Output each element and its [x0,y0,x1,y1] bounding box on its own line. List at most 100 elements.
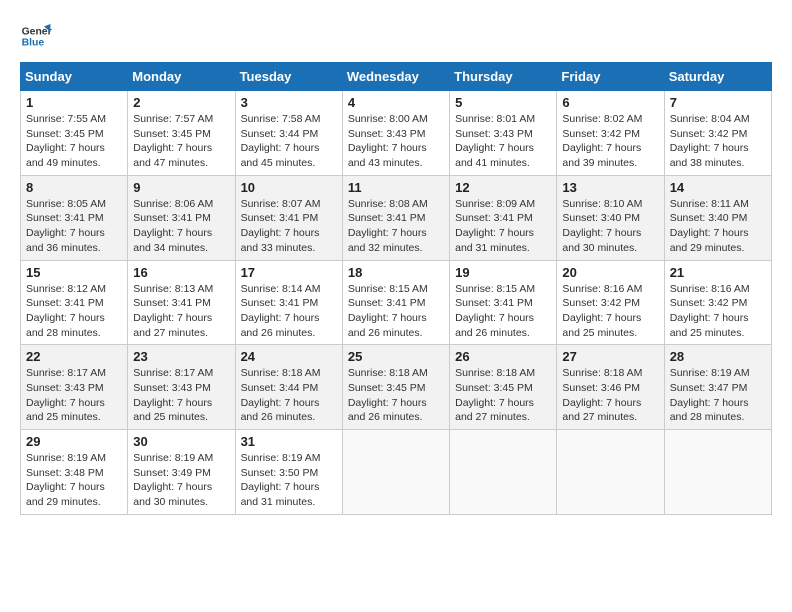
calendar-cell: 28Sunrise: 8:19 AMSunset: 3:47 PMDayligh… [664,345,771,430]
day-info: Sunrise: 8:18 AMSunset: 3:44 PMDaylight:… [241,366,337,425]
calendar-cell [450,430,557,515]
header-day-wednesday: Wednesday [342,63,449,91]
day-info: Sunrise: 8:14 AMSunset: 3:41 PMDaylight:… [241,282,337,341]
day-number: 1 [26,95,122,110]
header-day-monday: Monday [128,63,235,91]
day-number: 25 [348,349,444,364]
header-day-thursday: Thursday [450,63,557,91]
calendar-cell: 2 Sunrise: 7:57 AMSunset: 3:45 PMDaylight… [128,91,235,176]
day-number: 12 [455,180,551,195]
calendar-cell: 9 Sunrise: 8:06 AMSunset: 3:41 PMDaylight… [128,175,235,260]
calendar-cell [664,430,771,515]
day-info: Sunrise: 8:18 AMSunset: 3:45 PMDaylight:… [455,366,551,425]
calendar-cell: 27Sunrise: 8:18 AMSunset: 3:46 PMDayligh… [557,345,664,430]
header-day-sunday: Sunday [21,63,128,91]
day-info: Sunrise: 8:16 AMSunset: 3:42 PMDaylight:… [562,282,658,341]
calendar-cell: 8 Sunrise: 8:05 AMSunset: 3:41 PMDaylight… [21,175,128,260]
calendar-cell: 12 Sunrise: 8:09 AMSunset: 3:41 PMDayligh… [450,175,557,260]
day-number: 10 [241,180,337,195]
calendar-cell: 4 Sunrise: 8:00 AMSunset: 3:43 PMDaylight… [342,91,449,176]
calendar-cell: 22Sunrise: 8:17 AMSunset: 3:43 PMDayligh… [21,345,128,430]
header-day-tuesday: Tuesday [235,63,342,91]
calendar-cell: 31Sunrise: 8:19 AMSunset: 3:50 PMDayligh… [235,430,342,515]
day-info: Sunrise: 8:19 AMSunset: 3:48 PMDaylight:… [26,451,122,510]
day-number: 17 [241,265,337,280]
day-number: 18 [348,265,444,280]
day-info: Sunrise: 8:15 AMSunset: 3:41 PMDaylight:… [348,282,444,341]
day-info: Sunrise: 8:02 AMSunset: 3:42 PMDaylight:… [562,112,658,171]
day-info: Sunrise: 8:06 AMSunset: 3:41 PMDaylight:… [133,197,229,256]
calendar-cell: 24 Sunrise: 8:18 AMSunset: 3:44 PMDayligh… [235,345,342,430]
header: General Blue [20,20,772,52]
day-number: 30 [133,434,229,449]
day-number: 28 [670,349,766,364]
day-info: Sunrise: 8:16 AMSunset: 3:42 PMDaylight:… [670,282,766,341]
calendar-cell: 1 Sunrise: 7:55 AMSunset: 3:45 PMDaylight… [21,91,128,176]
day-number: 6 [562,95,658,110]
day-info: Sunrise: 8:18 AMSunset: 3:45 PMDaylight:… [348,366,444,425]
day-info: Sunrise: 8:11 AMSunset: 3:40 PMDaylight:… [670,197,766,256]
week-row-3: 15 Sunrise: 8:12 AMSunset: 3:41 PMDayligh… [21,260,772,345]
week-row-4: 22Sunrise: 8:17 AMSunset: 3:43 PMDayligh… [21,345,772,430]
day-number: 26 [455,349,551,364]
calendar-cell: 5 Sunrise: 8:01 AMSunset: 3:43 PMDaylight… [450,91,557,176]
calendar-cell: 3Sunrise: 7:58 AMSunset: 3:44 PMDaylight… [235,91,342,176]
week-row-1: 1 Sunrise: 7:55 AMSunset: 3:45 PMDaylight… [21,91,772,176]
day-number: 23 [133,349,229,364]
header-day-friday: Friday [557,63,664,91]
week-row-5: 29 Sunrise: 8:19 AMSunset: 3:48 PMDayligh… [21,430,772,515]
day-number: 20 [562,265,658,280]
calendar-cell: 15 Sunrise: 8:12 AMSunset: 3:41 PMDayligh… [21,260,128,345]
day-info: Sunrise: 8:17 AMSunset: 3:43 PMDaylight:… [133,366,229,425]
day-number: 21 [670,265,766,280]
calendar-cell: 25 Sunrise: 8:18 AMSunset: 3:45 PMDayligh… [342,345,449,430]
header-day-saturday: Saturday [664,63,771,91]
day-info: Sunrise: 8:13 AMSunset: 3:41 PMDaylight:… [133,282,229,341]
calendar-cell: 10Sunrise: 8:07 AMSunset: 3:41 PMDayligh… [235,175,342,260]
day-info: Sunrise: 8:01 AMSunset: 3:43 PMDaylight:… [455,112,551,171]
logo-icon: General Blue [20,20,52,52]
calendar-cell: 23 Sunrise: 8:17 AMSunset: 3:43 PMDayligh… [128,345,235,430]
day-number: 8 [26,180,122,195]
calendar-cell: 17 Sunrise: 8:14 AMSunset: 3:41 PMDayligh… [235,260,342,345]
svg-text:Blue: Blue [22,38,45,49]
day-info: Sunrise: 8:04 AMSunset: 3:42 PMDaylight:… [670,112,766,171]
calendar-cell: 14 Sunrise: 8:11 AMSunset: 3:40 PMDayligh… [664,175,771,260]
day-info: Sunrise: 8:17 AMSunset: 3:43 PMDaylight:… [26,366,122,425]
calendar-cell: 20 Sunrise: 8:16 AMSunset: 3:42 PMDayligh… [557,260,664,345]
day-number: 9 [133,180,229,195]
day-info: Sunrise: 8:15 AMSunset: 3:41 PMDaylight:… [455,282,551,341]
calendar-cell: 7Sunrise: 8:04 AMSunset: 3:42 PMDaylight… [664,91,771,176]
day-number: 24 [241,349,337,364]
calendar-cell: 6 Sunrise: 8:02 AMSunset: 3:42 PMDaylight… [557,91,664,176]
day-number: 11 [348,180,444,195]
day-number: 16 [133,265,229,280]
day-info: Sunrise: 8:05 AMSunset: 3:41 PMDaylight:… [26,197,122,256]
calendar-cell: 29 Sunrise: 8:19 AMSunset: 3:48 PMDayligh… [21,430,128,515]
day-number: 5 [455,95,551,110]
day-info: Sunrise: 8:12 AMSunset: 3:41 PMDaylight:… [26,282,122,341]
day-number: 31 [241,434,337,449]
day-info: Sunrise: 7:55 AMSunset: 3:45 PMDaylight:… [26,112,122,171]
calendar-cell: 26 Sunrise: 8:18 AMSunset: 3:45 PMDayligh… [450,345,557,430]
day-number: 3 [241,95,337,110]
day-number: 15 [26,265,122,280]
calendar-cell: 19Sunrise: 8:15 AMSunset: 3:41 PMDayligh… [450,260,557,345]
calendar-cell: 11 Sunrise: 8:08 AMSunset: 3:41 PMDayligh… [342,175,449,260]
day-number: 14 [670,180,766,195]
day-info: Sunrise: 8:08 AMSunset: 3:41 PMDaylight:… [348,197,444,256]
day-number: 2 [133,95,229,110]
calendar-cell: 13Sunrise: 8:10 AMSunset: 3:40 PMDayligh… [557,175,664,260]
day-info: Sunrise: 8:19 AMSunset: 3:49 PMDaylight:… [133,451,229,510]
calendar-cell: 21 Sunrise: 8:16 AMSunset: 3:42 PMDayligh… [664,260,771,345]
day-info: Sunrise: 8:18 AMSunset: 3:46 PMDaylight:… [562,366,658,425]
day-info: Sunrise: 8:00 AMSunset: 3:43 PMDaylight:… [348,112,444,171]
logo: General Blue [20,20,52,52]
calendar-cell [342,430,449,515]
day-info: Sunrise: 8:09 AMSunset: 3:41 PMDaylight:… [455,197,551,256]
day-info: Sunrise: 7:57 AMSunset: 3:45 PMDaylight:… [133,112,229,171]
calendar-table: SundayMondayTuesdayWednesdayThursdayFrid… [20,62,772,515]
day-number: 29 [26,434,122,449]
day-number: 4 [348,95,444,110]
calendar-cell: 18 Sunrise: 8:15 AMSunset: 3:41 PMDayligh… [342,260,449,345]
